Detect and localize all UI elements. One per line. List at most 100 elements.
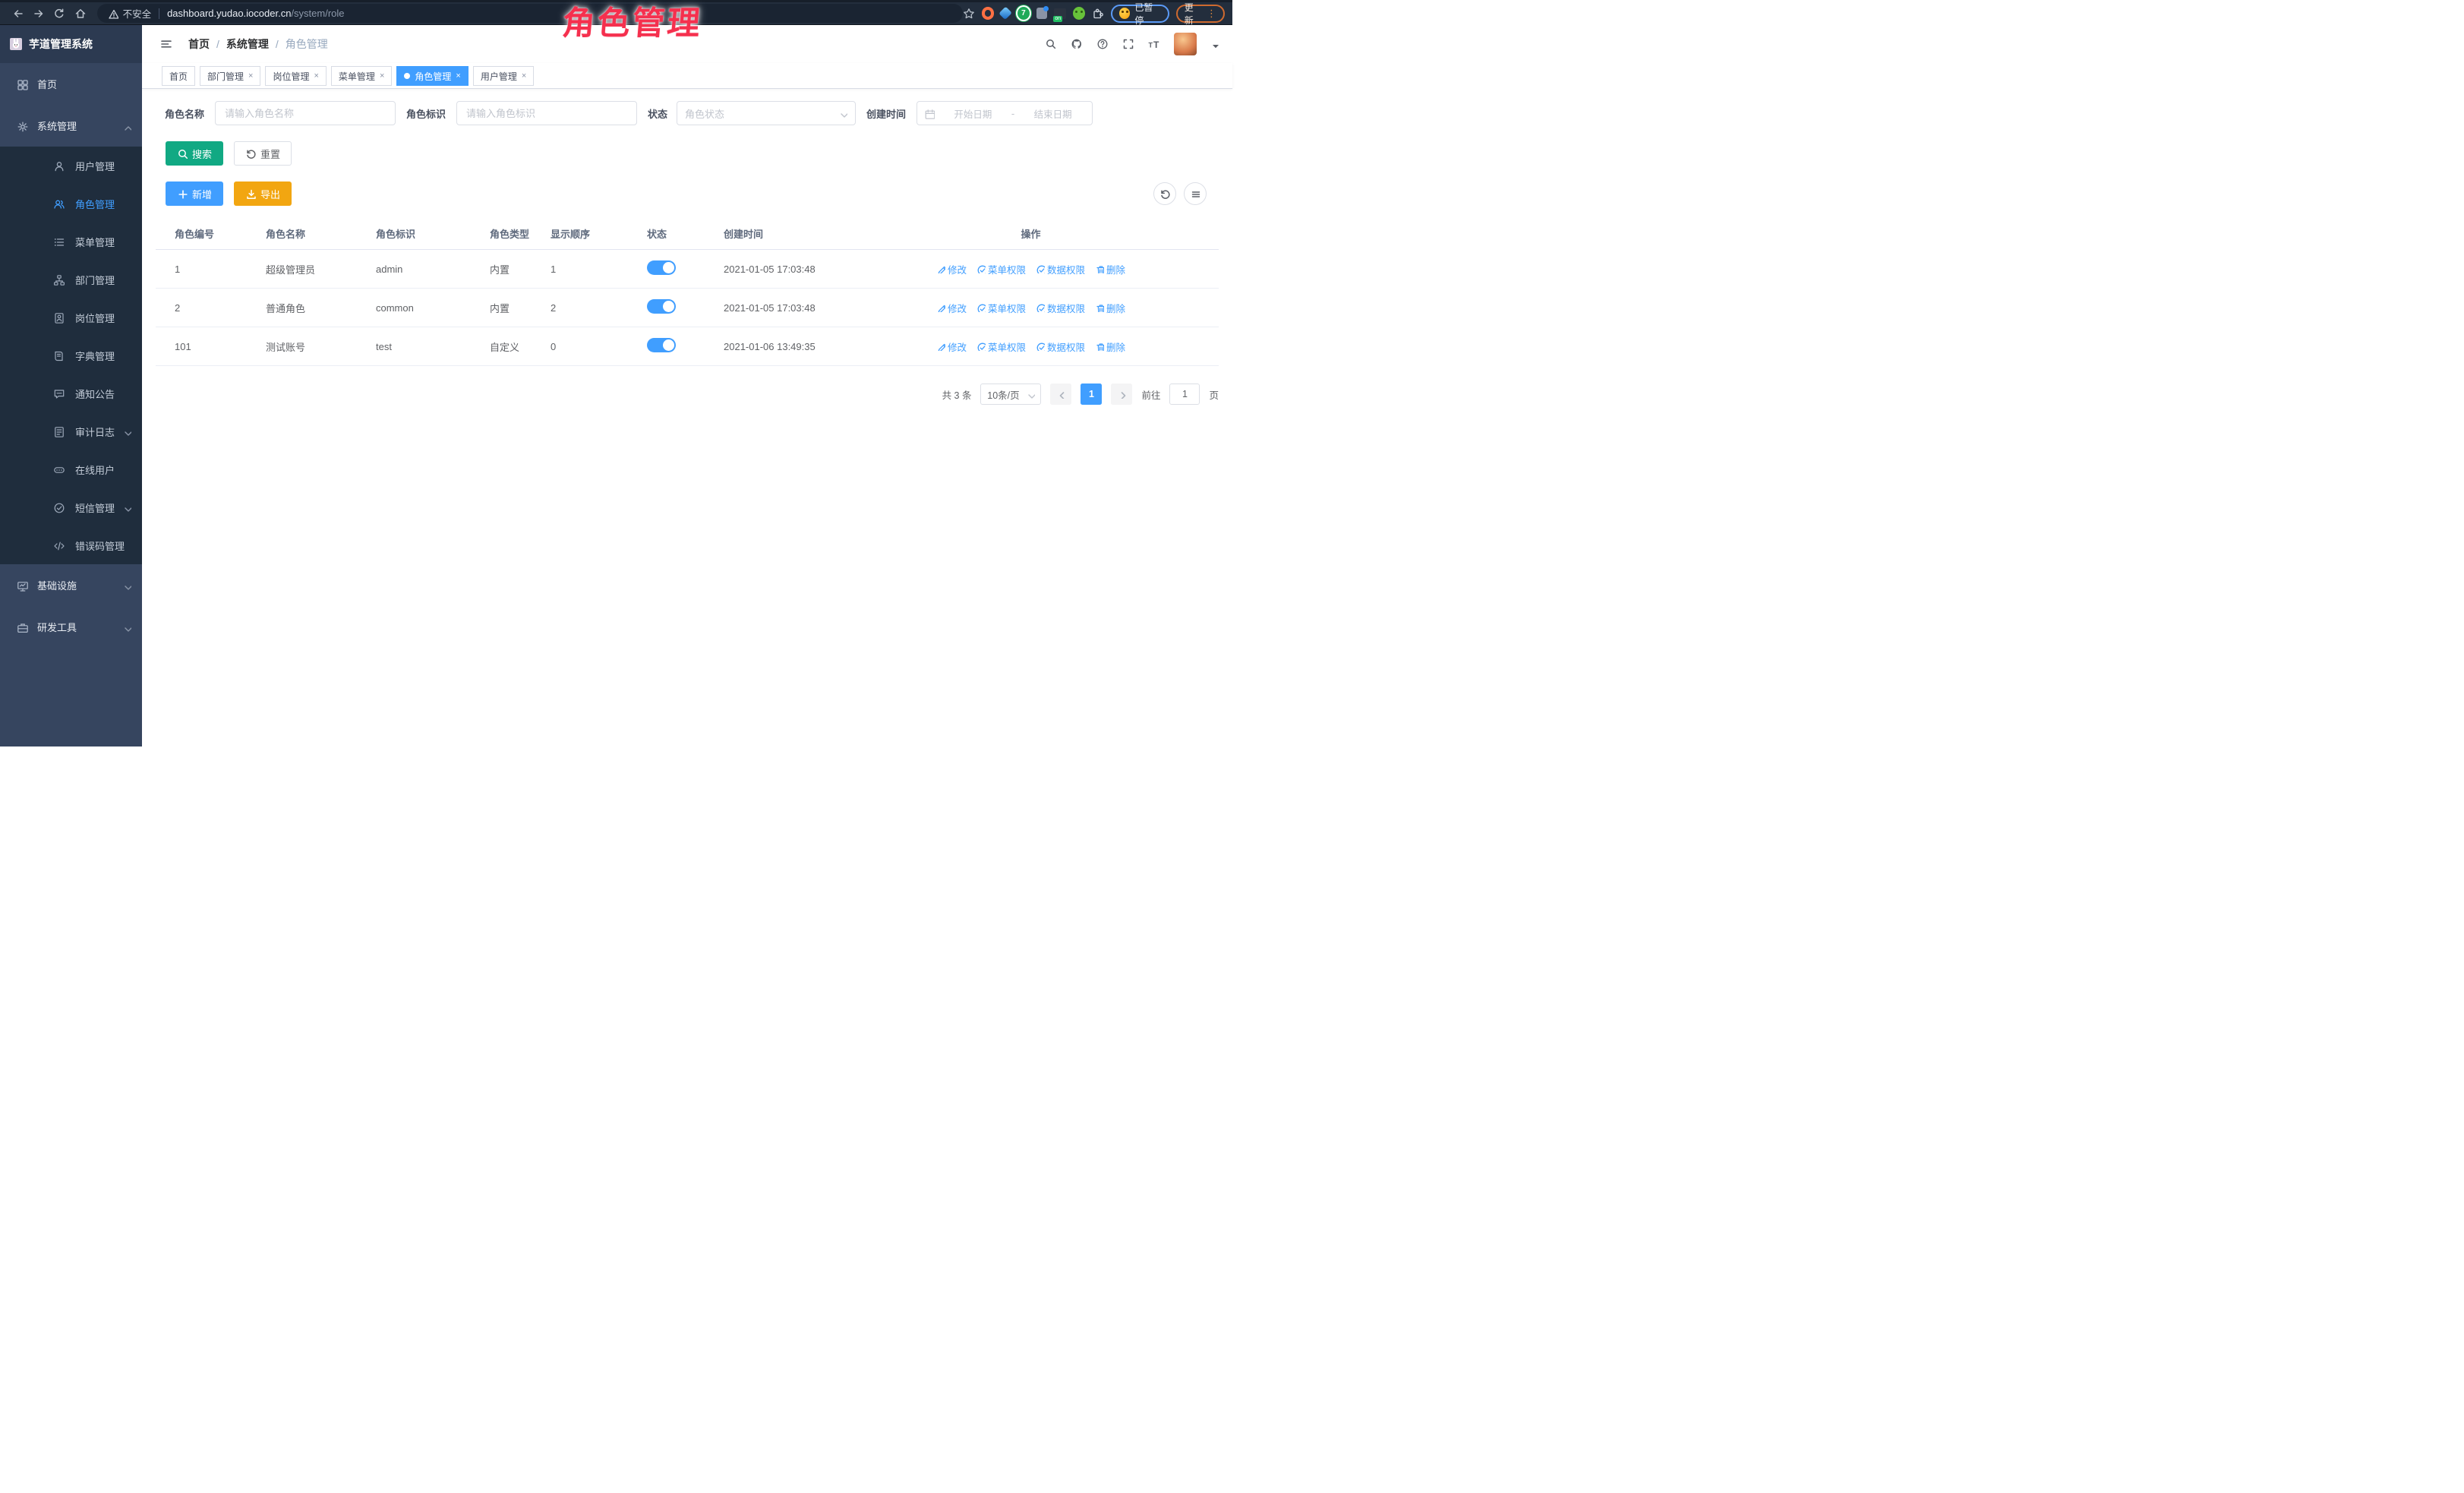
cell-role-name: 测试账号	[247, 339, 357, 354]
search-button[interactable]: 搜索	[166, 141, 223, 166]
sidebar-item-label: 短信管理	[75, 500, 115, 515]
cell-role-name: 超级管理员	[247, 262, 357, 276]
close-icon[interactable]: ×	[248, 71, 253, 80]
menu-permission-link[interactable]: 菜单权限	[976, 339, 1026, 354]
goto-page-input[interactable]	[1169, 384, 1200, 405]
edit-link-label: 修改	[948, 339, 967, 354]
role-key-input[interactable]	[456, 101, 637, 125]
tab-home[interactable]: 首页	[162, 66, 195, 86]
next-page-button[interactable]	[1111, 384, 1132, 405]
data-permission-link[interactable]: 数据权限	[1036, 262, 1085, 276]
hamburger-icon[interactable]	[160, 37, 173, 50]
sidebar-item-dept-management[interactable]: 部门管理	[0, 260, 142, 298]
sidebar-item-system-management[interactable]: 系统管理	[0, 105, 142, 147]
menu-permission-link[interactable]: 菜单权限	[976, 262, 1026, 276]
tab-menu-management[interactable]: 菜单管理×	[331, 66, 392, 86]
toggle-knob	[663, 262, 674, 273]
data-permission-link[interactable]: 数据权限	[1036, 301, 1085, 315]
page-number-button[interactable]: 1	[1081, 384, 1102, 405]
browser-home-icon[interactable]	[70, 4, 90, 24]
tab-user-management[interactable]: 用户管理×	[473, 66, 534, 86]
edit-link[interactable]: 修改	[936, 339, 967, 354]
sidebar-item-dict-management[interactable]: 字典管理	[0, 336, 142, 374]
close-icon[interactable]: ×	[380, 71, 384, 80]
url-path: /system/role	[291, 8, 344, 19]
sidebar-item-error-code[interactable]: 错误码管理	[0, 526, 142, 564]
status-toggle[interactable]	[647, 260, 676, 275]
browser-back-icon[interactable]	[8, 4, 28, 24]
breadcrumb-system[interactable]: 系统管理	[226, 36, 269, 52]
app-logo[interactable]: 芋道管理系统	[0, 25, 142, 63]
profile-paused-chip[interactable]: 已暂停	[1111, 5, 1169, 23]
data-permission-label: 数据权限	[1047, 339, 1085, 354]
help-icon[interactable]	[1096, 37, 1109, 50]
briefcase-icon	[17, 620, 28, 633]
github-icon[interactable]	[1071, 37, 1084, 50]
active-tab-dot	[404, 73, 410, 79]
main-area: 首页 / 系统管理 / 角色管理 首页 部门管理× 岗位管理× 菜单管理× 角色…	[142, 25, 1232, 746]
avatar[interactable]	[1174, 33, 1197, 55]
extension-gem-icon[interactable]	[999, 6, 1012, 20]
sidebar-item-home[interactable]: 首页	[0, 63, 142, 105]
close-icon[interactable]: ×	[314, 71, 318, 80]
bookmark-star-icon[interactable]	[963, 7, 975, 20]
tab-role-management[interactable]: 角色管理×	[396, 66, 468, 86]
delete-link[interactable]: 删除	[1095, 262, 1125, 276]
tab-dept-management[interactable]: 部门管理×	[200, 66, 260, 86]
browser-forward-icon[interactable]	[28, 4, 49, 24]
sidebar-item-menu-management[interactable]: 菜单管理	[0, 223, 142, 260]
sidebar-item-notice[interactable]: 通知公告	[0, 374, 142, 412]
add-button[interactable]: 新增	[166, 181, 223, 206]
search-actions-row: 搜索 重置	[156, 141, 1219, 166]
sidebar-item-audit-log[interactable]: 审计日志	[0, 412, 142, 450]
extension-green-icon[interactable]	[1073, 7, 1085, 20]
browser-update-chip[interactable]: 更新 ⋮	[1176, 5, 1225, 23]
prev-page-button[interactable]	[1050, 384, 1071, 405]
extensions-puzzle-icon[interactable]	[1092, 7, 1104, 20]
extension-on-badge-icon[interactable]	[1054, 8, 1065, 19]
browser-reload-icon[interactable]	[49, 4, 70, 24]
sidebar-item-user-management[interactable]: 用户管理	[0, 147, 142, 185]
sidebar-item-sms-management[interactable]: 短信管理	[0, 488, 142, 526]
address-bar[interactable]: 不安全 dashboard.yudao.iocoder.cn/system/ro…	[97, 4, 963, 23]
caret-down-icon[interactable]	[1210, 39, 1219, 50]
breadcrumb-home[interactable]: 首页	[188, 36, 210, 52]
sidebar-item-role-management[interactable]: 角色管理	[0, 185, 142, 223]
status-toggle[interactable]	[647, 338, 676, 352]
sidebar-item-dev-tools[interactable]: 研发工具	[0, 606, 142, 648]
sidebar-item-label: 用户管理	[75, 159, 115, 173]
reset-button[interactable]: 重置	[234, 141, 292, 166]
role-name-input[interactable]	[215, 101, 396, 125]
font-size-icon[interactable]	[1148, 37, 1161, 50]
column-settings-button[interactable]	[1184, 182, 1207, 205]
status-label: 状态	[648, 106, 669, 121]
refresh-table-button[interactable]	[1153, 182, 1176, 205]
fullscreen-icon[interactable]	[1122, 37, 1135, 50]
delete-link[interactable]: 删除	[1095, 339, 1125, 354]
menu-permission-link[interactable]: 菜单权限	[976, 301, 1026, 315]
date-separator: -	[1011, 108, 1014, 119]
extension-grid-icon[interactable]	[1036, 8, 1047, 19]
edit-link[interactable]: 修改	[936, 301, 967, 315]
status-select[interactable]: 角色状态	[677, 101, 856, 125]
tab-post-management[interactable]: 岗位管理×	[265, 66, 326, 86]
extension-seven-icon[interactable]: 7	[1017, 7, 1030, 20]
sidebar-item-infrastructure[interactable]: 基础设施	[0, 564, 142, 606]
close-icon[interactable]: ×	[522, 71, 526, 80]
browser-menu-icon[interactable]: ⋮	[1207, 8, 1216, 20]
sidebar-item-online-users[interactable]: 在线用户	[0, 450, 142, 488]
edit-link[interactable]: 修改	[936, 262, 967, 276]
search-icon[interactable]	[1045, 37, 1058, 50]
sidebar-item-post-management[interactable]: 岗位管理	[0, 298, 142, 336]
delete-link[interactable]: 删除	[1095, 301, 1125, 315]
export-button[interactable]: 导出	[234, 181, 292, 206]
status-toggle[interactable]	[647, 299, 676, 314]
extension-orange-icon[interactable]	[982, 7, 995, 20]
export-button-label: 导出	[260, 187, 280, 201]
menu-permission-label: 菜单权限	[988, 301, 1026, 315]
date-range-picker[interactable]: 开始日期 - 结束日期	[917, 101, 1093, 125]
data-permission-link[interactable]: 数据权限	[1036, 339, 1085, 354]
end-date-placeholder: 结束日期	[1021, 106, 1085, 121]
close-icon[interactable]: ×	[456, 71, 460, 80]
page-size-select[interactable]: 10条/页	[980, 384, 1041, 405]
